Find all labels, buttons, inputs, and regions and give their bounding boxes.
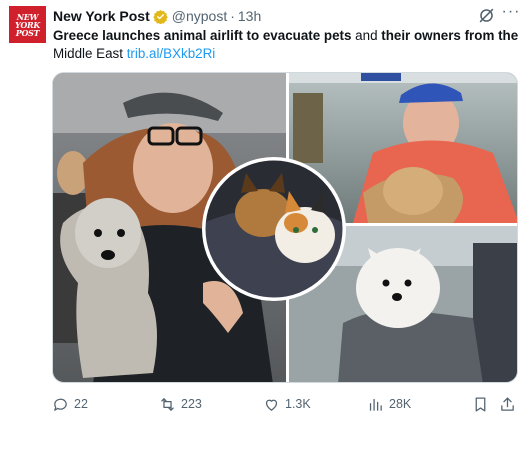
avatar-line-3: POST — [15, 27, 40, 38]
reply-icon — [54, 398, 67, 411]
handle[interactable]: @nypost — [172, 8, 227, 24]
view-count: 28K — [389, 397, 412, 411]
display-name[interactable]: New York Post — [53, 8, 150, 24]
share-button[interactable] — [499, 394, 516, 414]
tweet[interactable]: NEW YORK POST New York Post @nypost · 13… — [0, 0, 531, 453]
heart-icon — [265, 399, 278, 411]
avatar[interactable]: NEW YORK POST — [9, 6, 46, 43]
tweet-text-bold-2: their owners from the — [381, 28, 519, 43]
repost-button[interactable]: 223 — [159, 394, 202, 414]
action-bar: 22 223 1.3K 28K — [52, 394, 518, 414]
bookmark-icon — [475, 396, 486, 412]
tweet-header: New York Post @nypost · 13h — [53, 7, 261, 25]
media-image[interactable] — [52, 72, 518, 383]
media-collage — [53, 73, 517, 382]
like-button[interactable]: 1.3K — [263, 394, 311, 414]
tweet-text-plain-2: Middle East — [53, 46, 127, 61]
tweet-link[interactable]: trib.al/BXkb2Ri — [127, 46, 216, 61]
views-button[interactable]: 28K — [367, 394, 411, 414]
repost-icon — [161, 397, 174, 411]
tweet-text: Greece launches animal airlift to evacua… — [53, 27, 523, 63]
tweet-text-bold-1: Greece launches animal airlift to evacua… — [53, 28, 352, 43]
reply-count: 22 — [74, 397, 88, 411]
views-icon — [369, 398, 382, 411]
bookmark-button[interactable] — [472, 394, 489, 414]
verified-badge-icon — [153, 9, 168, 24]
separator-dot: · — [230, 8, 235, 24]
more-icon[interactable]: ··· — [500, 4, 522, 22]
grok-icon[interactable] — [478, 7, 495, 24]
reply-button[interactable]: 22 — [52, 394, 88, 414]
timestamp[interactable]: 13h — [238, 8, 261, 24]
like-count: 1.3K — [285, 397, 311, 411]
tweet-text-plain-1: and — [351, 28, 382, 43]
share-icon — [501, 396, 514, 411]
repost-count: 223 — [181, 397, 202, 411]
